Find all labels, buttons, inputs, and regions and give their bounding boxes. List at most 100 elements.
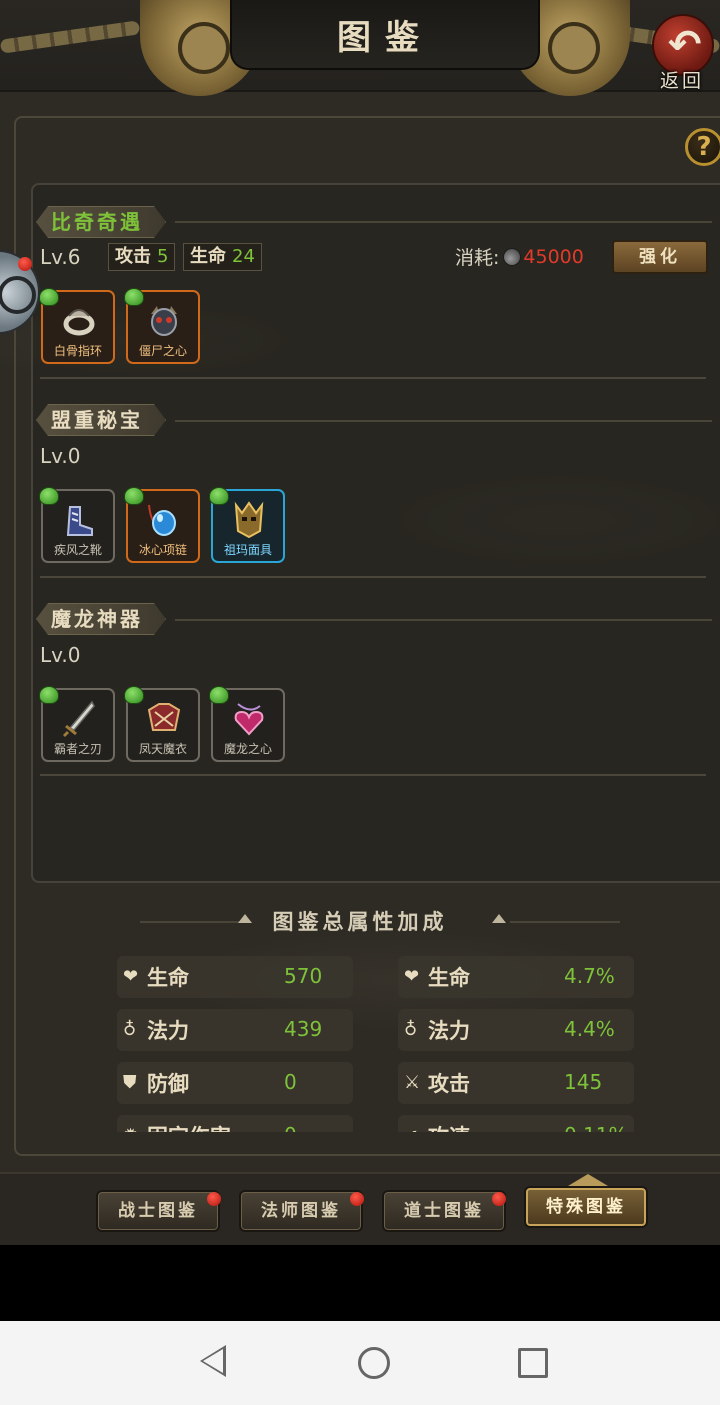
game-screen: 图鉴 ↶ 返回 ? 比奇奇遇 Lv.6 攻击 5 生命 24 消耗: 45000… [0, 0, 720, 1245]
section-divider [40, 774, 706, 776]
heart-gem-icon [234, 703, 264, 736]
item-wind-boots[interactable]: 疾风之靴 [39, 487, 115, 563]
currency-drop-icon [503, 247, 522, 266]
back-button[interactable]: ↶ 返回 [650, 14, 716, 92]
ring-icon [63, 309, 95, 336]
section-title-line [175, 619, 712, 621]
necklace-icon [148, 504, 176, 536]
stat-value: 4.4% [564, 1017, 615, 1041]
section-level: Lv.0 [40, 643, 81, 667]
nav-home-icon[interactable] [358, 1347, 390, 1379]
header: 图鉴 ↶ 返回 [0, 0, 720, 100]
stat-name: 法力 [428, 1019, 470, 1043]
item-dragon-heart[interactable]: 魔龙之心 [209, 686, 285, 762]
section-title-line [175, 420, 712, 422]
life-stat: 生命 24 [183, 243, 262, 271]
bonus-stats-list[interactable]: ❤ 生命 570 ♁ 法力 439 ⛊ 防御 0 ✹ 固定伤害 0 ❤ 生命 4… [100, 950, 660, 1132]
section-level: Lv.6 [40, 245, 81, 269]
notification-dot [350, 1192, 364, 1206]
bonus-row: ➶ 攻速 0.11% [398, 1115, 634, 1132]
bonus-row: ⚔ 攻击 145 [398, 1062, 634, 1104]
stat-name: 攻击 [428, 1072, 470, 1096]
blade-icon [62, 700, 95, 738]
section-divider [40, 377, 706, 379]
back-label: 返回 [660, 70, 705, 92]
stat-value: 24 [232, 246, 255, 267]
notification-dot [18, 257, 32, 271]
stat-value: 570 [284, 964, 323, 988]
item-label: 僵尸之心 [138, 344, 187, 358]
stat-name: 防御 [147, 1072, 189, 1096]
gem-badge-icon [124, 487, 144, 505]
stat-name: 攻速 [428, 1121, 470, 1132]
gem-badge-icon [39, 487, 59, 505]
page-title: 图鉴 [337, 17, 433, 58]
gem-badge-icon [39, 288, 59, 306]
notification-dot [207, 1192, 221, 1206]
stat-name: 生命 [190, 246, 226, 267]
bonus-row: ⛊ 防御 0 [117, 1062, 353, 1104]
gem-badge-icon [124, 686, 144, 704]
attack-stat: 攻击 5 [108, 243, 176, 271]
item-overlord-blade[interactable]: 霸者之刃 [39, 686, 115, 762]
bonus-row: ❤ 生命 4.7% [398, 956, 634, 998]
potion-icon: ♁ [404, 1019, 418, 1040]
item-label: 白骨指环 [53, 344, 102, 358]
item-label: 霸者之刃 [53, 742, 102, 756]
stat-value: 439 [284, 1017, 323, 1041]
attack-speed-icon: ➶ [404, 1125, 419, 1132]
notification-dot [492, 1192, 506, 1206]
stat-name: 固定伤害 [147, 1121, 231, 1132]
section-title-bqqy: 比奇奇遇 [36, 206, 166, 238]
boots-icon [66, 506, 93, 536]
section-divider [40, 576, 706, 578]
sword-icon: ⚔ [404, 1072, 421, 1093]
item-label: 冰心项链 [138, 543, 187, 557]
item-phoenix-armor[interactable]: 凤天魔衣 [124, 686, 200, 762]
cost-label: 消耗: [455, 247, 500, 269]
item-zuma-mask[interactable]: 祖玛面具 [209, 487, 285, 563]
stat-value: 145 [564, 1070, 603, 1094]
item-label: 魔龙之心 [223, 742, 272, 756]
gem-badge-icon [209, 686, 229, 704]
gem-badge-icon [39, 686, 59, 704]
shield-icon: ⛊ [123, 1072, 137, 1093]
section-title-line [175, 221, 712, 223]
stat-value: 0 [284, 1070, 297, 1094]
enhance-button[interactable]: 强化 [612, 240, 708, 274]
item-bone-ring[interactable]: 白骨指环 [39, 288, 115, 364]
item-label: 疾风之靴 [53, 543, 102, 557]
heart-icon: ❤ [404, 966, 420, 987]
section-title-mzmb: 盟重秘宝 [36, 404, 166, 436]
stat-name: 攻击 [115, 246, 151, 267]
gem-badge-icon [209, 487, 229, 505]
tab-mage[interactable]: 法师图鉴 [239, 1190, 363, 1232]
enhance-cost: 消耗: 45000 [455, 243, 584, 270]
item-label: 祖玛面具 [223, 543, 272, 557]
stat-value: 0.11% [564, 1123, 628, 1132]
mask-icon [234, 501, 264, 539]
stat-name: 法力 [147, 1019, 189, 1043]
gem-badge-icon [124, 288, 144, 306]
nav-recents-icon[interactable] [518, 1348, 548, 1378]
stat-value: 5 [157, 246, 169, 267]
cost-value: 45000 [523, 245, 584, 268]
fixed-damage-icon: ✹ [123, 1125, 138, 1132]
triangle-icon [492, 914, 506, 923]
stat-name: 生命 [428, 966, 470, 990]
tab-special[interactable]: 特殊图鉴 [524, 1186, 648, 1228]
help-button[interactable]: ? [685, 128, 720, 166]
title-plate: 图鉴 [230, 0, 540, 70]
stat-name: 生命 [147, 966, 189, 990]
item-label: 凤天魔衣 [138, 742, 187, 756]
tab-taoist[interactable]: 道士图鉴 [382, 1190, 506, 1232]
armor-icon [147, 703, 181, 731]
item-ice-necklace[interactable]: 冰心项链 [124, 487, 200, 563]
tab-warrior[interactable]: 战士图鉴 [96, 1190, 220, 1232]
nav-back-icon[interactable] [200, 1345, 226, 1377]
stat-value: 0 [284, 1123, 297, 1132]
bonus-row: ❤ 生命 570 [117, 956, 353, 998]
bonus-row: ♁ 法力 4.4% [398, 1009, 634, 1051]
potion-icon: ♁ [123, 1019, 137, 1040]
item-zombie-heart[interactable]: 僵尸之心 [124, 288, 200, 364]
